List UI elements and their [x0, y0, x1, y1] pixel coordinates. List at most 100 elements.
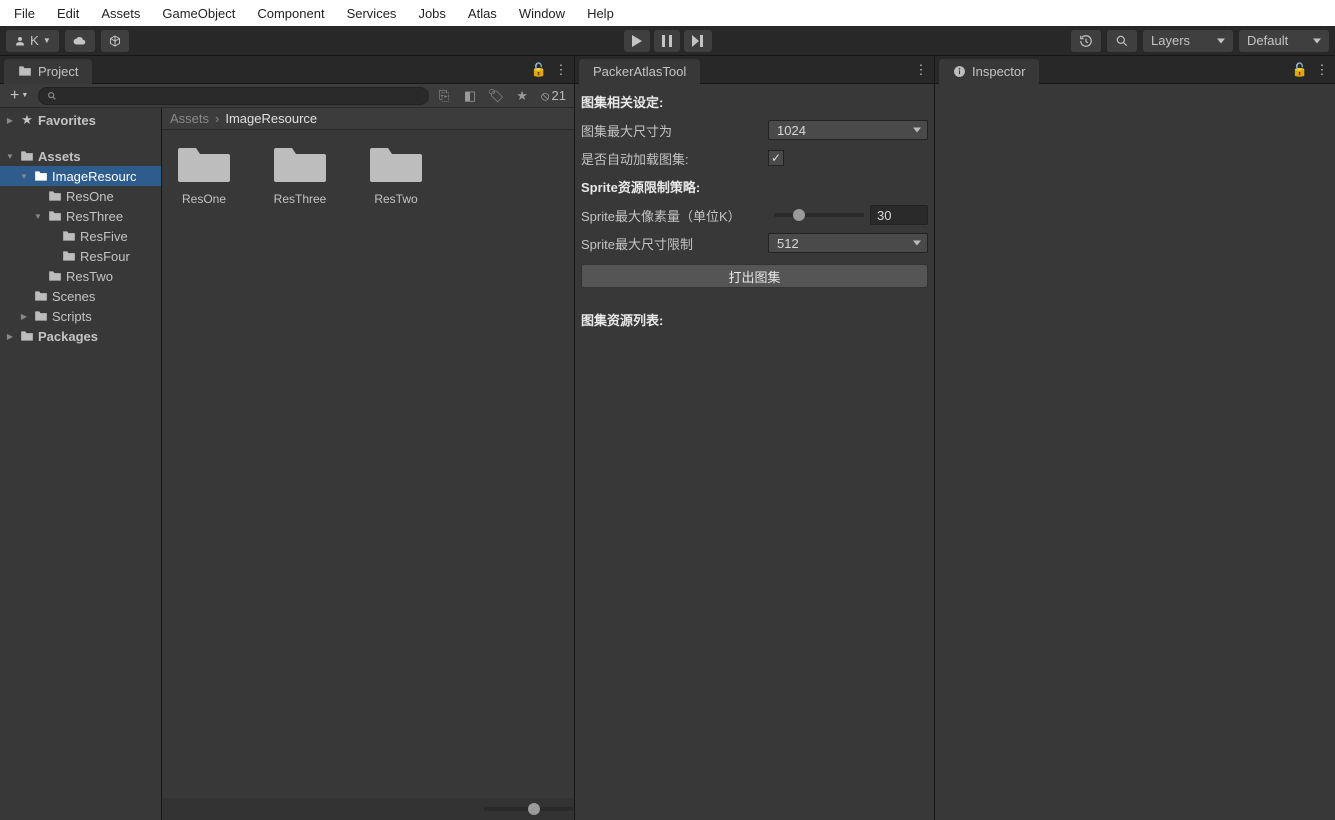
- panel-menu-button[interactable]: ⋮: [1313, 61, 1331, 79]
- undo-history-button[interactable]: [1071, 30, 1101, 52]
- search-context-button[interactable]: ⎘: [433, 86, 455, 106]
- breadcrumb-root[interactable]: Assets: [170, 111, 209, 126]
- grid-item-resthree[interactable]: ResThree: [266, 142, 334, 206]
- panel-menu-button[interactable]: ⋮: [552, 61, 570, 79]
- tab-inspector[interactable]: Inspector: [939, 59, 1039, 84]
- create-button[interactable]: + ▼: [4, 87, 34, 105]
- hidden-toggle[interactable]: ⦸ 21: [537, 88, 570, 104]
- lock-icon: 🔓: [531, 62, 547, 78]
- filter-type-button[interactable]: ◧: [459, 86, 481, 106]
- kebab-icon: ⋮: [915, 62, 928, 78]
- tree-scenes[interactable]: Scenes: [0, 286, 161, 306]
- expand-arrow-icon[interactable]: [4, 332, 16, 341]
- tree-favorites[interactable]: ★ Favorites: [0, 110, 161, 130]
- lock-icon: 🔓: [1292, 62, 1308, 78]
- search-icon: [47, 91, 57, 101]
- main-area: Project 🔓 ⋮ + ▼ ⎘ ◧ 🏷 ★ ⦸ 21: [0, 56, 1335, 820]
- play-icon: [632, 35, 642, 47]
- section-sprite-limits: Sprite资源限制策略:: [581, 175, 928, 198]
- search-button[interactable]: [1107, 30, 1137, 52]
- expand-arrow-icon[interactable]: [4, 116, 16, 125]
- project-toolbar: + ▼ ⎘ ◧ 🏷 ★ ⦸ 21: [0, 84, 574, 108]
- breadcrumb-current[interactable]: ImageResource: [225, 111, 317, 126]
- menu-help[interactable]: Help: [577, 2, 624, 25]
- eye-off-icon: ⦸: [541, 88, 549, 104]
- menu-gameobject[interactable]: GameObject: [152, 2, 245, 25]
- sprite-max-size-dropdown[interactable]: 512: [768, 233, 928, 253]
- menu-services[interactable]: Services: [337, 2, 407, 25]
- chevron-right-icon: ›: [215, 111, 219, 126]
- info-icon: [953, 65, 966, 78]
- panel-lock-button[interactable]: 🔓: [530, 61, 548, 79]
- sprite-max-pixels-slider[interactable]: [774, 213, 864, 217]
- folder-icon: [176, 142, 232, 186]
- search-icon: [1115, 34, 1129, 48]
- favorite-save-button[interactable]: ★: [511, 86, 533, 106]
- inspector-panel-header: Inspector 🔓 ⋮: [935, 56, 1335, 84]
- menu-window[interactable]: Window: [509, 2, 575, 25]
- tab-project[interactable]: Project: [4, 59, 92, 84]
- layout-dropdown[interactable]: Default: [1239, 30, 1329, 52]
- step-icon: [692, 35, 704, 47]
- tree-resfour[interactable]: ResFour: [0, 246, 161, 266]
- history-icon: [1079, 34, 1093, 48]
- grid-item-label: ResOne: [182, 192, 226, 206]
- breadcrumb: Assets › ImageResource: [162, 108, 574, 130]
- menu-component[interactable]: Component: [247, 2, 334, 25]
- tree-resfive[interactable]: ResFive: [0, 226, 161, 246]
- sprite-max-pixels-value[interactable]: 30: [870, 205, 928, 225]
- check-icon: ✓: [771, 151, 781, 165]
- folder-icon: [368, 142, 424, 186]
- autoload-checkbox[interactable]: ✓: [768, 150, 784, 166]
- atlas-max-size-label: 图集最大尺寸为: [581, 121, 768, 140]
- tree-label: Favorites: [38, 113, 96, 128]
- play-controls: [624, 30, 712, 52]
- expand-arrow-icon[interactable]: [32, 212, 44, 221]
- play-button[interactable]: [624, 30, 650, 52]
- expand-arrow-icon[interactable]: [18, 312, 30, 321]
- project-panel: Project 🔓 ⋮ + ▼ ⎘ ◧ 🏷 ★ ⦸ 21: [0, 56, 575, 820]
- grid-item-restwo[interactable]: ResTwo: [362, 142, 430, 206]
- tab-packeratlastool[interactable]: PackerAtlasTool: [579, 59, 700, 84]
- tree-label: Scenes: [52, 289, 95, 304]
- tree-label: Packages: [38, 329, 98, 344]
- grid-footer: [162, 798, 574, 820]
- pause-button[interactable]: [654, 30, 680, 52]
- tree-resthree[interactable]: ResThree: [0, 206, 161, 226]
- cloud-button[interactable]: [65, 30, 95, 52]
- tree-assets[interactable]: Assets: [0, 146, 161, 166]
- project-tree: ★ Favorites Assets ImageResourc: [0, 108, 162, 820]
- package-button[interactable]: [101, 30, 129, 52]
- menu-bar: File Edit Assets GameObject Component Se…: [0, 0, 1335, 26]
- project-search[interactable]: [38, 87, 429, 105]
- tree-packages[interactable]: Packages: [0, 326, 161, 346]
- grid-item-resone[interactable]: ResOne: [170, 142, 238, 206]
- expand-arrow-icon[interactable]: [4, 152, 16, 161]
- folder-icon: [34, 289, 48, 303]
- tree-label: ResFour: [80, 249, 130, 264]
- menu-edit[interactable]: Edit: [47, 2, 89, 25]
- tree-resone[interactable]: ResOne: [0, 186, 161, 206]
- panel-menu-button[interactable]: ⋮: [912, 61, 930, 79]
- tag-icon: 🏷: [488, 88, 505, 104]
- menu-assets[interactable]: Assets: [91, 2, 150, 25]
- build-atlas-button[interactable]: 打出图集: [581, 264, 928, 288]
- account-button[interactable]: K ▼: [6, 30, 59, 52]
- step-button[interactable]: [684, 30, 712, 52]
- layers-dropdown[interactable]: Layers: [1143, 30, 1233, 52]
- layout-label: Default: [1247, 33, 1288, 48]
- atlas-max-size-dropdown[interactable]: 1024: [768, 120, 928, 140]
- menu-jobs[interactable]: Jobs: [408, 2, 455, 25]
- menu-file[interactable]: File: [4, 2, 45, 25]
- tree-label: ResOne: [66, 189, 114, 204]
- expand-arrow-icon[interactable]: [18, 172, 30, 181]
- filter-label-button[interactable]: 🏷: [485, 86, 507, 106]
- tree-imageresource[interactable]: ImageResourc: [0, 166, 161, 186]
- grid-item-label: ResTwo: [374, 192, 417, 206]
- menu-atlas[interactable]: Atlas: [458, 2, 507, 25]
- thumbnail-size-slider[interactable]: [484, 807, 564, 811]
- panel-lock-button[interactable]: 🔓: [1291, 61, 1309, 79]
- folder-icon: [34, 309, 48, 323]
- tree-restwo[interactable]: ResTwo: [0, 266, 161, 286]
- tree-scripts[interactable]: Scripts: [0, 306, 161, 326]
